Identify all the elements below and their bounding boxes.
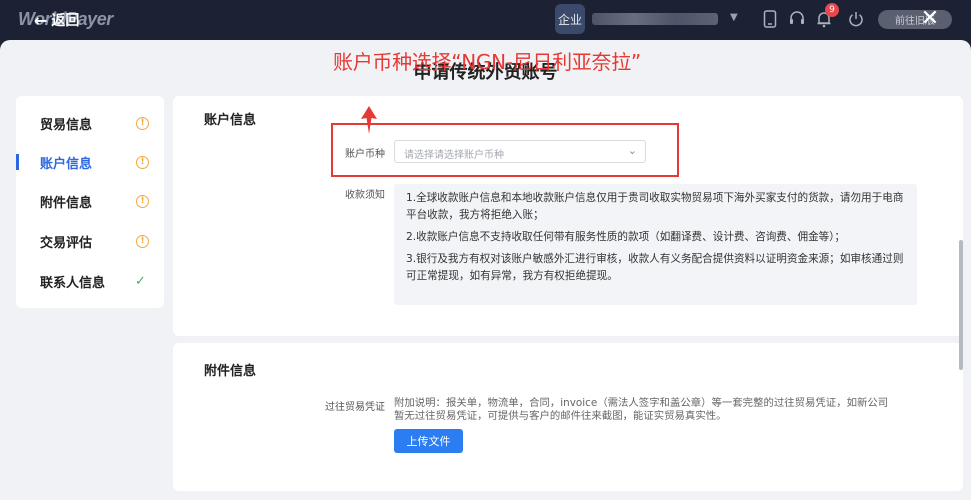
- collection-notice: 1.全球收款账户信息和本地收款账户信息仅用于贵司收取实物贸易项下海外买家支付的货…: [394, 184, 917, 305]
- notice-item: 1.全球收款账户信息和本地收款账户信息仅用于贵司收取实物贸易项下海外买家支付的货…: [406, 192, 904, 221]
- sidebar-item-label: 贸易信息: [40, 117, 93, 133]
- notice-item: 3.银行及我方有权对该账户敏感外汇进行审核，收款人有义务配合提供资料以证明资金来…: [406, 253, 904, 282]
- enterprise-badge[interactable]: 企业: [555, 4, 585, 34]
- phone-icon[interactable]: [760, 9, 780, 29]
- account-name-redacted[interactable]: [592, 13, 718, 25]
- close-icon[interactable]: ✕: [918, 7, 942, 31]
- application-panel: 申请传统外贸账号 贸易信息 ! 账户信息 ! 附件信息 ! 交易评估 ! 联系人…: [0, 40, 971, 500]
- account-info-card: 账户信息 账户币种 请选择请选择账户币种 ⌄ 收款须知 1.全球收款账户信息和本…: [173, 96, 963, 336]
- info-circle-icon: !: [136, 116, 149, 130]
- sidebar-item-label: 附件信息: [40, 195, 93, 211]
- annotation-highlight-box: [331, 123, 679, 177]
- sidebar-item-contact-info[interactable]: 联系人信息 ✓: [16, 269, 164, 293]
- annotation-arrow-icon: [361, 106, 377, 134]
- headset-icon[interactable]: [787, 9, 807, 29]
- back-label: 返回: [51, 13, 80, 29]
- sidebar-item-attachment-info[interactable]: 附件信息 !: [16, 189, 164, 213]
- chevron-down-icon[interactable]: ▼: [730, 12, 738, 23]
- back-arrow-icon: ←: [34, 10, 48, 30]
- scrollbar-thumb[interactable]: [959, 240, 963, 370]
- annotation-text: 账户币种选择“NGN-尼日利亚奈拉”: [333, 50, 641, 74]
- notice-item: 2.收款账户信息不支持收取任何带有服务性质的款项（如翻译费、设计费、咨询费、佣金…: [406, 231, 846, 243]
- notification-badge: 9: [825, 3, 839, 17]
- power-icon[interactable]: [846, 9, 866, 29]
- notice-label: 收款须知: [345, 190, 385, 201]
- sidebar-item-account-info[interactable]: 账户信息 !: [16, 150, 164, 174]
- sidebar-item-label: 交易评估: [40, 235, 93, 251]
- info-circle-icon: !: [136, 194, 149, 208]
- upload-file-button[interactable]: 上传文件: [394, 429, 463, 453]
- step-sidebar: 贸易信息 ! 账户信息 ! 附件信息 ! 交易评估 ! 联系人信息 ✓: [16, 96, 164, 308]
- attachment-hint: 附加说明：报关单，物流单，合同，invoice（需法人签字和盖公章）等一套完整的…: [394, 397, 889, 422]
- sidebar-item-label: 联系人信息: [40, 275, 106, 291]
- top-bar: WorldPayer ← 返回 企业 ▼ 9 前往旧版 ✕: [0, 0, 971, 40]
- info-circle-icon: !: [136, 234, 149, 248]
- sidebar-item-trade-info[interactable]: 贸易信息 !: [16, 111, 164, 135]
- active-indicator: [16, 154, 19, 170]
- back-button[interactable]: ← 返回: [34, 10, 79, 30]
- section-title-attachment: 附件信息: [204, 364, 257, 379]
- section-title-account: 账户信息: [204, 113, 257, 128]
- attachment-info-card: 附件信息 过往贸易凭证 附加说明：报关单，物流单，合同，invoice（需法人签…: [173, 343, 963, 491]
- info-circle-icon: !: [136, 155, 149, 169]
- check-icon: ✓: [135, 273, 146, 289]
- trade-voucher-label: 过往贸易凭证: [325, 402, 385, 413]
- sidebar-item-label: 账户信息: [40, 156, 93, 172]
- sidebar-item-trade-evaluation[interactable]: 交易评估 !: [16, 229, 164, 253]
